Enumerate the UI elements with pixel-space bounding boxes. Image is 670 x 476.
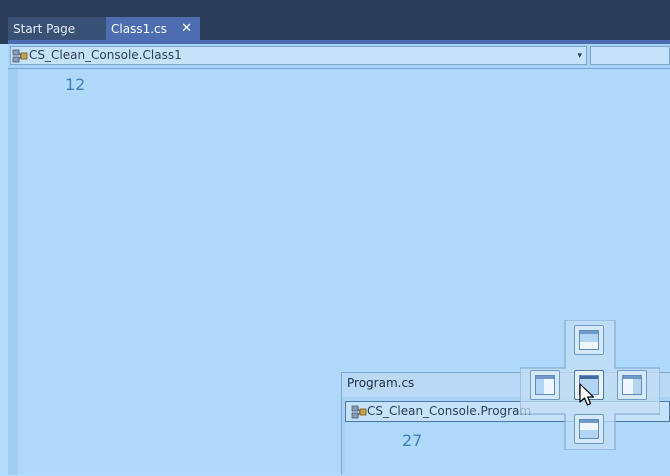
type-dropdown[interactable]: CS_Clean_Console.Class1 ▾ bbox=[10, 46, 587, 65]
class-type-icon bbox=[351, 405, 367, 419]
navigation-bar: CS_Clean_Console.Class1 ▾ bbox=[8, 44, 670, 69]
floating-type-dropdown-value: CS_Clean_Console.Program bbox=[367, 404, 532, 418]
floating-window-title: Program.cs bbox=[347, 376, 415, 390]
editor-left-margin bbox=[8, 69, 18, 475]
chevron-down-icon[interactable]: ▾ bbox=[577, 47, 582, 65]
dock-left-button[interactable] bbox=[530, 370, 560, 400]
close-icon[interactable]: ✕ bbox=[181, 17, 192, 41]
floating-line-number: 27 bbox=[402, 431, 423, 450]
class-type-icon bbox=[12, 49, 28, 63]
line-number: 12 bbox=[65, 75, 86, 94]
dock-right-button[interactable] bbox=[617, 370, 647, 400]
tab-label: Start Page bbox=[13, 22, 76, 36]
member-dropdown[interactable] bbox=[590, 46, 670, 65]
tab-label: Class1.cs bbox=[111, 22, 167, 36]
dock-right-icon bbox=[622, 375, 642, 395]
dock-bottom-button[interactable] bbox=[574, 414, 604, 444]
document-tab-strip: Start Page Class1.cs ✕ bbox=[0, 0, 670, 44]
dock-top-icon bbox=[579, 330, 599, 350]
ide-window: Start Page Class1.cs ✕ CS_Clean_Console.… bbox=[0, 0, 670, 476]
type-dropdown-value: CS_Clean_Console.Class1 bbox=[29, 48, 182, 62]
dock-bottom-icon bbox=[579, 419, 599, 439]
mouse-pointer-icon bbox=[579, 383, 595, 406]
dock-left-icon bbox=[535, 375, 555, 395]
dock-top-button[interactable] bbox=[574, 325, 604, 355]
